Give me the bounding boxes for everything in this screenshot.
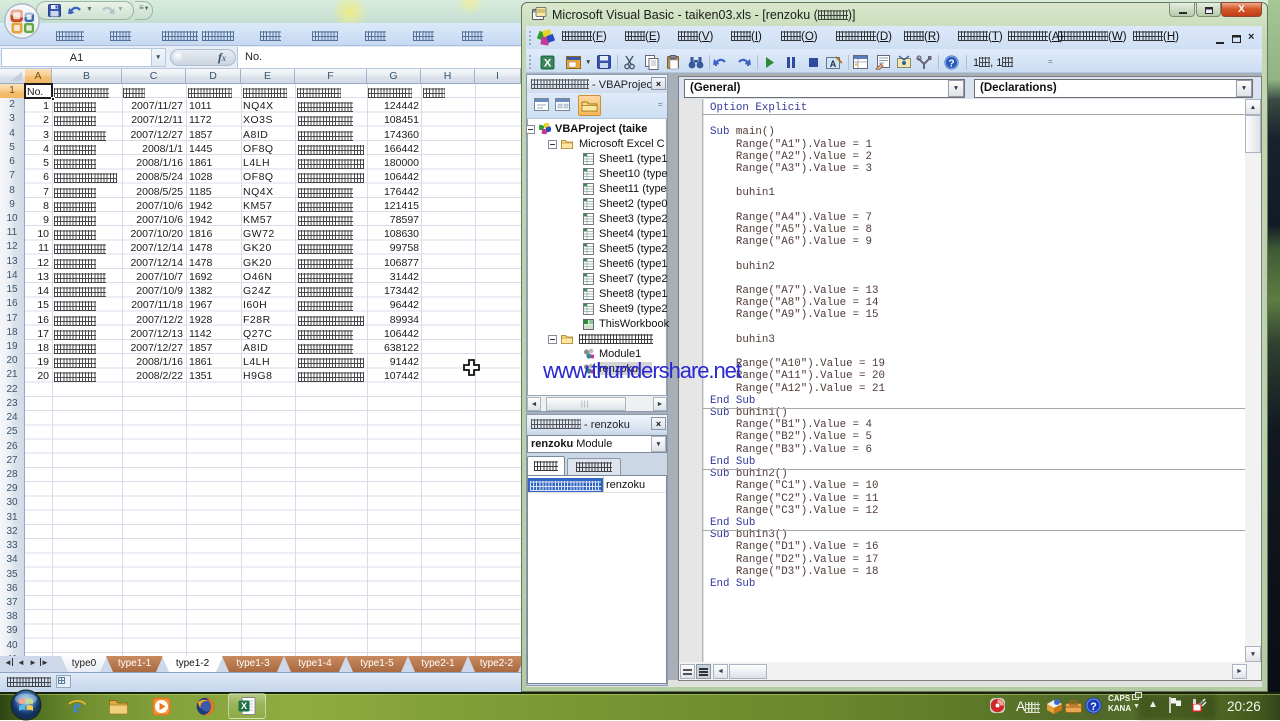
svg-text:A: A xyxy=(830,59,837,69)
svg-text:e: e xyxy=(73,697,82,717)
svg-text:X: X xyxy=(544,58,552,70)
svg-text:?: ? xyxy=(1090,701,1097,713)
svg-text:?: ? xyxy=(948,59,954,70)
svg-text:X: X xyxy=(241,701,248,712)
